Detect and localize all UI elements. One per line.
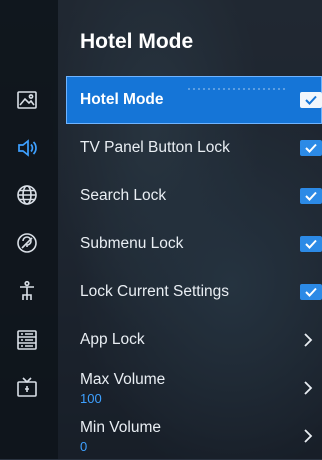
page-title: Hotel Mode [80,30,194,53]
menu-item-lock-current-settings[interactable]: Lock Current Settings [66,268,322,316]
focus-highlight-dots [188,88,288,90]
tv-icon[interactable] [13,373,41,401]
chevron-right-icon [304,381,313,395]
menu-item-label: Search Lock [80,187,167,204]
menu-item-label: Lock Current Settings [80,283,230,300]
checkbox-checked[interactable] [300,140,322,156]
menu-item-min-volume[interactable]: Min Volume 0 [66,412,322,460]
checkbox-checked[interactable] [300,188,322,204]
general-icon[interactable] [13,326,41,354]
menu-item-search-lock[interactable]: Search Lock [66,172,322,220]
menu-item-max-volume[interactable]: Max Volume 100 [66,364,322,412]
menu-item-label: Hotel Mode [80,91,164,108]
menu-item-label: Max Volume [80,370,166,388]
accessibility-icon[interactable] [13,277,41,305]
network-icon[interactable] [13,181,41,209]
menu-item-hotel-mode[interactable]: Hotel Mode [66,76,322,124]
menu-item-label: Min Volume [80,418,161,436]
checkbox-checked[interactable] [300,236,322,252]
menu-item-value: 100 [80,390,102,406]
menu-item-label: Submenu Lock [80,235,184,252]
chevron-right-icon [304,333,313,347]
menu-item-label: App Lock [80,331,145,348]
menu-item-tv-panel-button-lock[interactable]: TV Panel Button Lock [66,124,322,172]
menu-item-submenu-lock[interactable]: Submenu Lock [66,220,322,268]
support-icon[interactable] [13,229,41,257]
settings-sidebar [0,0,58,459]
hotel-mode-menu: Hotel Mode TV Panel Button Lock Search L… [66,76,322,460]
chevron-right-icon [304,429,313,443]
menu-item-label: TV Panel Button Lock [80,139,230,156]
picture-icon[interactable] [13,86,41,114]
menu-item-app-lock[interactable]: App Lock [66,316,322,364]
sound-icon[interactable] [13,134,41,162]
menu-item-value: 0 [80,438,88,454]
checkbox-checked[interactable] [300,284,322,300]
checkbox-checked[interactable] [300,92,322,108]
